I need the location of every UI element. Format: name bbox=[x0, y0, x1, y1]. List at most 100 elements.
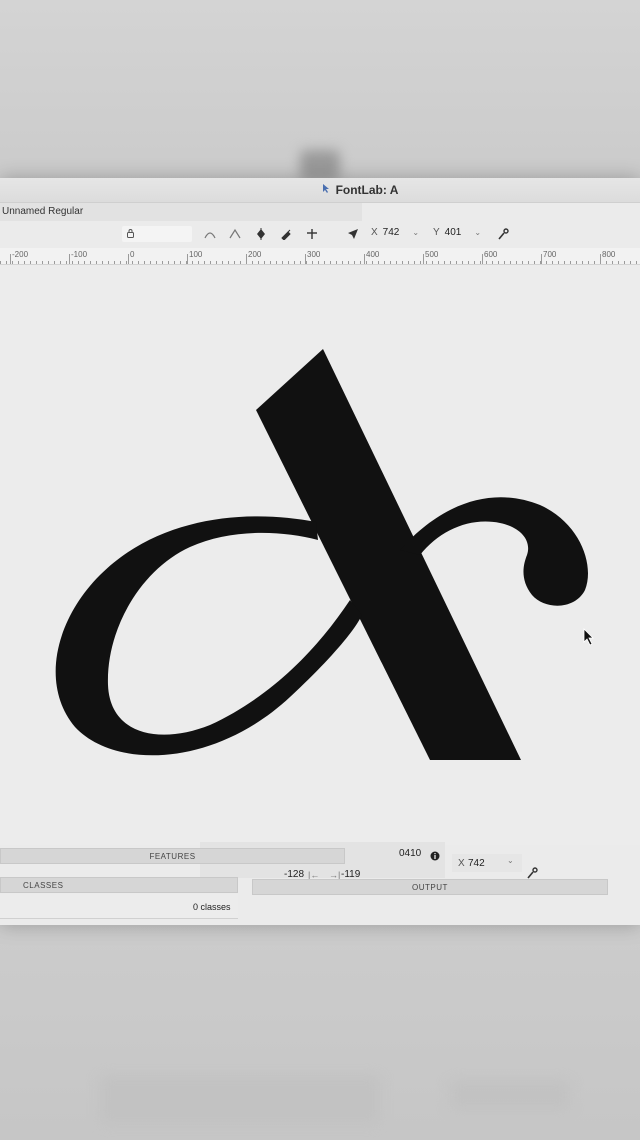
ruler-minor-tick bbox=[480, 261, 481, 264]
ruler-minor-tick bbox=[96, 261, 97, 264]
output-panel-header[interactable]: OUTPUT bbox=[252, 879, 608, 895]
ruler-minor-tick bbox=[36, 261, 37, 264]
ruler-minor-tick bbox=[78, 261, 79, 264]
ruler-minor-tick bbox=[396, 261, 397, 264]
ruler-minor-tick bbox=[426, 261, 427, 264]
ruler-minor-tick bbox=[252, 261, 253, 264]
tangent-node-icon[interactable] bbox=[254, 227, 268, 241]
ruler-minor-tick bbox=[438, 261, 439, 264]
ruler-major-tick bbox=[482, 254, 483, 264]
ruler-minor-tick bbox=[318, 261, 319, 264]
blurred-backdrop-panel bbox=[450, 1080, 570, 1110]
ruler-minor-tick bbox=[216, 261, 217, 264]
ruler-minor-tick bbox=[282, 261, 283, 264]
ruler-minor-tick bbox=[378, 261, 379, 264]
ruler-tick-label: 100 bbox=[189, 250, 203, 259]
ruler-minor-tick bbox=[528, 261, 529, 264]
ruler-minor-tick bbox=[546, 261, 547, 264]
glyph-canvas[interactable] bbox=[0, 265, 640, 845]
ruler-tick-label: 300 bbox=[307, 250, 321, 259]
ruler-tick-label: 600 bbox=[484, 250, 498, 259]
ruler-minor-tick bbox=[456, 261, 457, 264]
ruler-minor-tick bbox=[576, 261, 577, 264]
ruler-minor-tick bbox=[90, 261, 91, 264]
ruler-major-tick bbox=[69, 254, 70, 264]
unicode-value: 0410 bbox=[399, 848, 422, 859]
lock-icon bbox=[126, 225, 135, 243]
ruler-minor-tick bbox=[366, 261, 367, 264]
chevron-down-icon[interactable]: ⌄ bbox=[412, 228, 419, 237]
ruler-minor-tick bbox=[402, 261, 403, 264]
ruler-minor-tick bbox=[510, 261, 511, 264]
ruler-minor-tick bbox=[594, 261, 595, 264]
mouse-cursor bbox=[583, 628, 594, 646]
ruler-minor-tick bbox=[192, 261, 193, 264]
x-label: X bbox=[371, 227, 378, 238]
ruler-major-tick bbox=[187, 254, 188, 264]
ruler-minor-tick bbox=[624, 261, 625, 264]
ruler-minor-tick bbox=[18, 261, 19, 264]
pointer-icon bbox=[322, 181, 331, 199]
ruler-minor-tick bbox=[144, 261, 145, 264]
ruler-minor-tick bbox=[630, 261, 631, 264]
ruler-minor-tick bbox=[234, 261, 235, 264]
ruler-minor-tick bbox=[486, 261, 487, 264]
ruler-tick-label: 500 bbox=[425, 250, 439, 259]
toolbar: X 742 ⌄ Y 401 ⌄ bbox=[0, 222, 640, 248]
chevron-down-icon[interactable]: ⌄ bbox=[474, 228, 481, 237]
ruler-minor-tick bbox=[132, 261, 133, 264]
glyph-bowl bbox=[55, 516, 362, 756]
ruler-minor-tick bbox=[258, 261, 259, 264]
chevron-down-icon[interactable]: ⌄ bbox=[507, 856, 514, 865]
ruler-minor-tick bbox=[558, 261, 559, 264]
ruler-minor-tick bbox=[462, 261, 463, 264]
bottom-x-label: X bbox=[458, 858, 465, 869]
ruler-minor-tick bbox=[270, 261, 271, 264]
pen-icon[interactable] bbox=[279, 227, 293, 241]
ruler-minor-tick bbox=[120, 261, 121, 264]
ruler-minor-tick bbox=[408, 261, 409, 264]
ruler-minor-tick bbox=[156, 261, 157, 264]
x-coordinate-field[interactable]: X 742 ⌄ bbox=[371, 227, 419, 238]
ruler-minor-tick bbox=[432, 261, 433, 264]
ruler-minor-tick bbox=[180, 261, 181, 264]
ruler-minor-tick bbox=[348, 261, 349, 264]
cursor-arrow-icon[interactable] bbox=[346, 227, 360, 241]
title-bar: FontLab: A bbox=[0, 178, 640, 203]
ruler-minor-tick bbox=[42, 261, 43, 264]
ruler-minor-tick bbox=[534, 261, 535, 264]
tool-wrench-icon[interactable] bbox=[496, 227, 510, 241]
smooth-node-icon[interactable] bbox=[203, 227, 217, 241]
corner-node-icon[interactable] bbox=[228, 227, 242, 241]
knife-icon[interactable] bbox=[305, 227, 319, 241]
features-label: FEATURES bbox=[149, 851, 196, 861]
info-icon[interactable] bbox=[430, 848, 440, 866]
bottom-x-value[interactable]: 742 bbox=[468, 858, 485, 869]
ruler-minor-tick bbox=[372, 261, 373, 264]
ruler-minor-tick bbox=[288, 261, 289, 264]
horizontal-ruler: -200 -100 0 100 200 300 400 500 600 700 800 bbox=[0, 248, 640, 265]
ruler-minor-tick bbox=[30, 261, 31, 264]
ruler-minor-tick bbox=[264, 261, 265, 264]
ruler-minor-tick bbox=[102, 261, 103, 264]
y-coordinate-field[interactable]: Y 401 ⌄ bbox=[433, 227, 481, 238]
ruler-minor-tick bbox=[306, 261, 307, 264]
ruler-minor-tick bbox=[582, 261, 583, 264]
classes-panel-header[interactable]: CLASSES bbox=[0, 877, 238, 893]
ruler-minor-tick bbox=[108, 261, 109, 264]
features-panel-header[interactable]: FEATURES bbox=[0, 848, 345, 864]
ruler-minor-tick bbox=[294, 261, 295, 264]
ruler-minor-tick bbox=[24, 261, 25, 264]
x-value[interactable]: 742 bbox=[383, 227, 400, 238]
ruler-minor-tick bbox=[342, 261, 343, 264]
ruler-minor-tick bbox=[246, 261, 247, 264]
ruler-minor-tick bbox=[174, 261, 175, 264]
ruler-minor-tick bbox=[186, 261, 187, 264]
ruler-minor-tick bbox=[300, 261, 301, 264]
y-value[interactable]: 401 bbox=[445, 227, 462, 238]
ruler-minor-tick bbox=[540, 261, 541, 264]
node-name-field[interactable] bbox=[122, 226, 192, 242]
ruler-tick-label: -100 bbox=[71, 250, 88, 259]
ruler-minor-tick bbox=[12, 261, 13, 264]
window-title: FontLab: A bbox=[335, 183, 399, 197]
